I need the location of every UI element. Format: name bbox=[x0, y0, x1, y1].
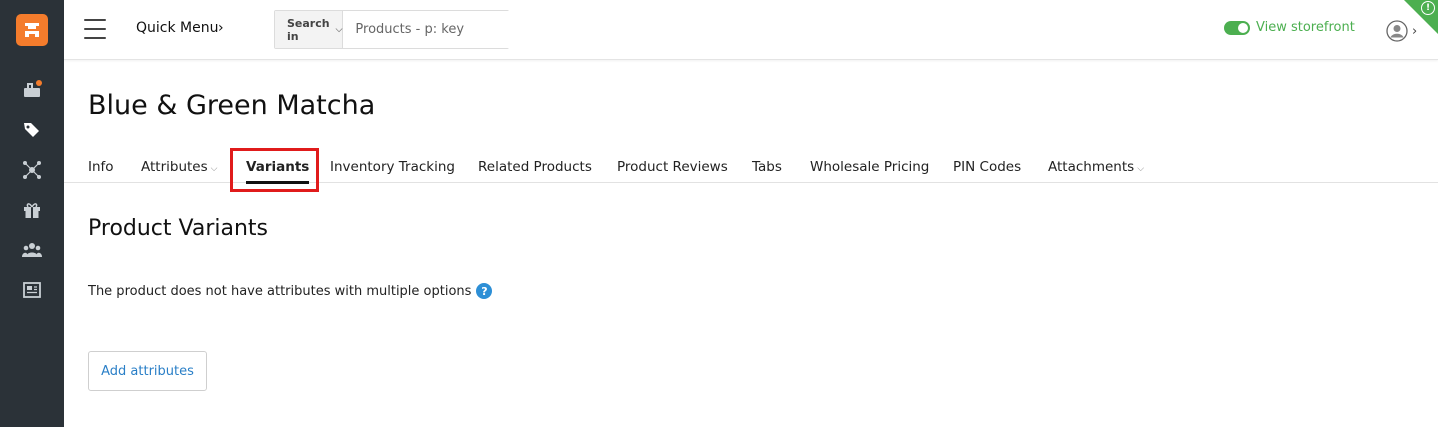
add-attributes-button[interactable]: Add attributes bbox=[88, 351, 207, 391]
hamburger-menu-icon[interactable] bbox=[84, 19, 106, 39]
tab-label: Product Reviews bbox=[617, 159, 728, 175]
search-input[interactable] bbox=[343, 11, 526, 48]
search-box: Search in ⌵ bbox=[274, 10, 526, 49]
tab-related-products[interactable]: Related Products bbox=[478, 159, 592, 175]
tab-inventory-tracking[interactable]: Inventory Tracking bbox=[330, 159, 455, 175]
tab-label: Tabs bbox=[752, 159, 782, 175]
chevron-down-icon: ⌵ bbox=[335, 24, 343, 35]
logo-icon[interactable] bbox=[16, 14, 48, 46]
storefront-toggle-icon[interactable] bbox=[1224, 20, 1250, 35]
tab-pin-codes[interactable]: PIN Codes bbox=[953, 159, 1021, 175]
newspaper-icon[interactable] bbox=[20, 278, 44, 302]
tab-label: Attachments bbox=[1048, 159, 1135, 175]
top-header: Quick Menu › Search in ⌵ View storefront… bbox=[64, 0, 1438, 60]
search-in-dropdown[interactable]: Search in ⌵ bbox=[275, 11, 344, 48]
tab-label: PIN Codes bbox=[953, 159, 1022, 175]
sidebar bbox=[0, 0, 64, 427]
page-title: Blue & Green Matcha bbox=[88, 90, 376, 121]
tab-wholesale-pricing[interactable]: Wholesale Pricing bbox=[810, 159, 929, 175]
gift-icon[interactable] bbox=[20, 198, 44, 222]
chevron-right-icon: › bbox=[218, 20, 224, 36]
tab-label: Wholesale Pricing bbox=[810, 159, 930, 175]
notice-text: The product does not have attributes wit… bbox=[88, 283, 472, 299]
tab-label: Inventory Tracking bbox=[330, 159, 455, 175]
notification-dot-icon bbox=[36, 80, 42, 86]
tab-attributes[interactable]: Attributes ⌵ bbox=[141, 159, 217, 175]
variants-notice: The product does not have attributes wit… bbox=[88, 283, 493, 299]
users-icon[interactable] bbox=[20, 238, 44, 262]
chevron-down-icon: ⌵ bbox=[210, 164, 218, 174]
quick-menu-button[interactable]: Quick Menu bbox=[136, 20, 218, 36]
tab-label: Related Products bbox=[478, 159, 592, 175]
chevron-down-icon: ⌵ bbox=[1137, 164, 1145, 174]
search-in-label: Search in bbox=[287, 16, 330, 43]
hub-icon[interactable] bbox=[20, 158, 44, 182]
orders-icon[interactable] bbox=[20, 78, 44, 102]
storefront-label[interactable]: View storefront bbox=[1256, 20, 1355, 35]
tab-attachments[interactable]: Attachments ⌵ bbox=[1048, 159, 1144, 175]
variants-tab-highlight bbox=[230, 148, 319, 192]
tags-icon[interactable] bbox=[20, 118, 44, 142]
tab-product-reviews[interactable]: Product Reviews bbox=[617, 159, 728, 175]
view-storefront-link[interactable]: View storefront bbox=[1224, 20, 1355, 35]
help-icon[interactable]: ? bbox=[476, 283, 493, 299]
tab-label: Attributes bbox=[141, 159, 208, 175]
tab-tabs[interactable]: Tabs bbox=[752, 159, 782, 175]
tab-label: Info bbox=[88, 159, 114, 175]
alert-icon[interactable]: ! bbox=[1421, 1, 1435, 15]
section-title: Product Variants bbox=[88, 216, 269, 241]
tab-info[interactable]: Info bbox=[88, 159, 114, 175]
